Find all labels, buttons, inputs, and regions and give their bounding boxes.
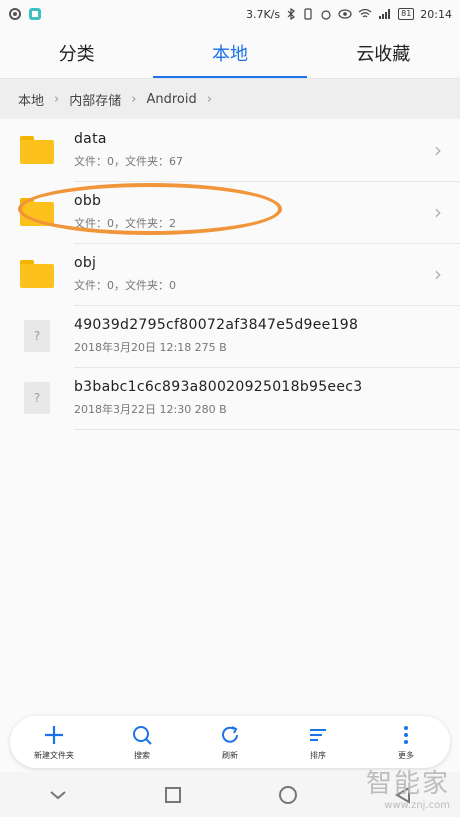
- chevron-right-icon: ›: [54, 91, 60, 107]
- network-speed: 3.7K/s: [245, 7, 281, 21]
- bottom-toolbar: 新建文件夹 搜索 刷新 排序 更多: [10, 716, 450, 768]
- item-name: b3babc1c6c893a80020925018b95eec3: [74, 378, 363, 395]
- vibrate-icon: [302, 8, 314, 20]
- breadcrumb-local[interactable]: 本地: [18, 90, 44, 109]
- battery-icon: 81: [398, 8, 415, 20]
- chevron-right-icon: ›: [206, 91, 212, 107]
- bluetooth-icon: [286, 8, 296, 20]
- chevron-right-icon: ›: [434, 262, 442, 286]
- item-name: obb: [74, 192, 102, 209]
- chevron-right-icon: ›: [434, 200, 442, 224]
- refresh-button[interactable]: 刷新: [186, 724, 274, 761]
- plus-icon: [43, 724, 65, 748]
- item-name: obj: [74, 254, 97, 271]
- refresh-icon: [219, 724, 241, 748]
- new-folder-button[interactable]: 新建文件夹: [10, 724, 98, 761]
- item-meta: 文件：0，文件夹：67: [74, 154, 183, 168]
- signal-icon: [378, 8, 392, 20]
- nav-hide-button[interactable]: [38, 775, 78, 815]
- clock: 20:14: [420, 7, 452, 21]
- sort-icon: [307, 724, 329, 748]
- more-icon: [395, 724, 417, 748]
- wifi-icon: [358, 9, 372, 19]
- watermark: 智能家 www.znj.com: [365, 769, 450, 811]
- more-button[interactable]: 更多: [362, 724, 450, 761]
- breadcrumb-internal-storage[interactable]: 内部存储: [69, 90, 121, 109]
- square-icon: [164, 786, 181, 803]
- item-name: 49039d2795cf80072af3847e5d9ee198: [74, 316, 359, 333]
- item-meta: 文件：0，文件夹：2: [74, 216, 176, 230]
- search-button[interactable]: 搜索: [98, 724, 186, 761]
- chevron-right-icon: ›: [131, 91, 137, 107]
- item-meta: 文件：0，文件夹：0: [74, 278, 176, 292]
- folder-icon: [20, 136, 54, 164]
- notification-icon: [8, 7, 22, 21]
- alarm-icon: [320, 8, 332, 20]
- chevron-down-icon: [49, 790, 66, 799]
- folder-icon: [20, 260, 54, 288]
- list-item-obb[interactable]: obb 文件：0，文件夹：2 ›: [0, 181, 460, 244]
- file-list: data 文件：0，文件夹：67 › obb 文件：0，文件夹：2 › obj …: [0, 119, 460, 430]
- eye-icon: [338, 9, 352, 19]
- folder-icon: [20, 198, 54, 226]
- search-icon: [131, 724, 153, 748]
- list-item-data[interactable]: data 文件：0，文件夹：67 ›: [0, 119, 460, 182]
- app-notification-icon: [28, 7, 42, 21]
- chevron-right-icon: ›: [434, 138, 442, 162]
- breadcrumb: 本地 › 内部存储 › Android ›: [0, 79, 460, 119]
- nav-recents-button[interactable]: [153, 775, 193, 815]
- nav-home-button[interactable]: [268, 775, 308, 815]
- unknown-file-icon: ?: [24, 382, 50, 414]
- tab-local[interactable]: 本地: [153, 28, 307, 78]
- unknown-file-icon: ?: [24, 320, 50, 352]
- status-bar: 3.7K/s 81 20:14: [0, 0, 460, 28]
- list-item-obj[interactable]: obj 文件：0，文件夹：0 ›: [0, 243, 460, 306]
- list-item-file-2[interactable]: ? b3babc1c6c893a80020925018b95eec3 2018年…: [0, 367, 460, 430]
- circle-icon: [278, 785, 297, 804]
- tab-category[interactable]: 分类: [0, 28, 153, 78]
- item-name: data: [74, 130, 107, 147]
- tab-bar: 分类 本地 云收藏: [0, 28, 460, 78]
- breadcrumb-android[interactable]: Android: [146, 92, 196, 107]
- tab-cloud-favorites[interactable]: 云收藏: [307, 28, 460, 78]
- item-meta: 2018年3月22日 12:30 280 B: [74, 402, 227, 416]
- sort-button[interactable]: 排序: [274, 724, 362, 761]
- list-item-file-1[interactable]: ? 49039d2795cf80072af3847e5d9ee198 2018年…: [0, 305, 460, 368]
- item-meta: 2018年3月20日 12:18 275 B: [74, 340, 227, 354]
